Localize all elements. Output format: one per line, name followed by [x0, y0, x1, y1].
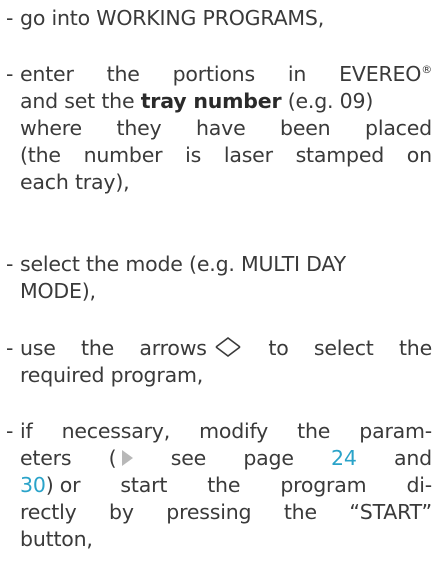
page-link-30[interactable]: 30 — [20, 473, 46, 497]
word: is — [185, 143, 202, 167]
tray-number-emphasis: tray number — [140, 89, 282, 113]
word: in — [287, 62, 307, 86]
list-dash: - — [6, 62, 14, 86]
word: modify — [199, 419, 269, 443]
word: program — [280, 473, 367, 497]
word: have — [196, 116, 246, 140]
word: see — [170, 446, 207, 470]
link-with-suffix: 30) or — [20, 473, 81, 497]
item-line: each tray), — [20, 170, 130, 194]
item-line: and set the tray number (e.g. 09) — [20, 88, 373, 115]
brand-name: EVEREO® — [339, 62, 432, 86]
registered-mark: ® — [421, 63, 432, 77]
list-dash: - — [6, 6, 14, 30]
text: and set the — [20, 89, 135, 113]
word: pressing — [166, 500, 252, 524]
word: di- — [406, 473, 432, 497]
word: laser — [223, 143, 273, 167]
word: and — [394, 446, 432, 470]
up-down-diamond-icon — [215, 337, 241, 357]
word: “START” — [349, 500, 432, 524]
item-line: enter the portions in EVEREO® — [20, 61, 432, 88]
item-line: MODE), — [20, 279, 96, 303]
item-line: select the mode (e.g. MULTI DAY — [20, 252, 346, 276]
arrows-phrase: arrows — [139, 335, 243, 362]
item-line: use the arrows to select the — [20, 335, 432, 362]
word: by — [109, 500, 134, 524]
see-reference: ( — [109, 445, 134, 472]
word: the — [207, 473, 241, 497]
word: enter — [20, 62, 74, 86]
word: the — [81, 336, 115, 360]
word: the — [398, 336, 432, 360]
item-line: if necessary, modify the param- — [20, 418, 432, 445]
word: to — [268, 336, 289, 360]
page-link-24[interactable]: 24 — [331, 445, 357, 472]
word: portions — [172, 62, 256, 86]
word: (the — [20, 143, 61, 167]
item-line: rectly by pressing the “START” — [20, 499, 432, 526]
item-line: 30) or start the program di- — [20, 472, 432, 499]
word: stamped — [295, 143, 385, 167]
text: (e.g. 09) — [287, 89, 374, 113]
word: been — [280, 116, 331, 140]
word: they — [116, 116, 162, 140]
item-line: (the number is laser stamped on — [20, 142, 432, 169]
word: select — [313, 336, 374, 360]
word: param- — [359, 419, 432, 443]
item-line: button, — [20, 527, 93, 551]
list-dash: - — [6, 419, 14, 443]
word: the — [106, 62, 140, 86]
word: eters — [20, 446, 72, 470]
word: use — [20, 336, 56, 360]
word: the — [297, 419, 331, 443]
item-line: required program, — [20, 363, 204, 387]
item-line: where they have been placed — [20, 115, 432, 142]
manual-page: - go into WORKING PROGRAMS, - enter the … — [0, 0, 433, 585]
item-text: go into WORKING PROGRAMS, — [20, 6, 325, 30]
word: page — [243, 446, 294, 470]
item-line: eters ( see page 24 and — [20, 445, 432, 472]
word: placed — [365, 116, 432, 140]
word: if — [20, 419, 33, 443]
word: necessary, — [61, 419, 171, 443]
word: rectly — [20, 500, 77, 524]
right-triangle-icon — [122, 450, 134, 466]
list-dash: - — [6, 252, 14, 276]
word: where — [20, 116, 82, 140]
word: start — [120, 473, 168, 497]
list-dash: - — [6, 336, 14, 360]
word: number — [83, 143, 163, 167]
word: on — [406, 143, 432, 167]
word: the — [283, 500, 317, 524]
